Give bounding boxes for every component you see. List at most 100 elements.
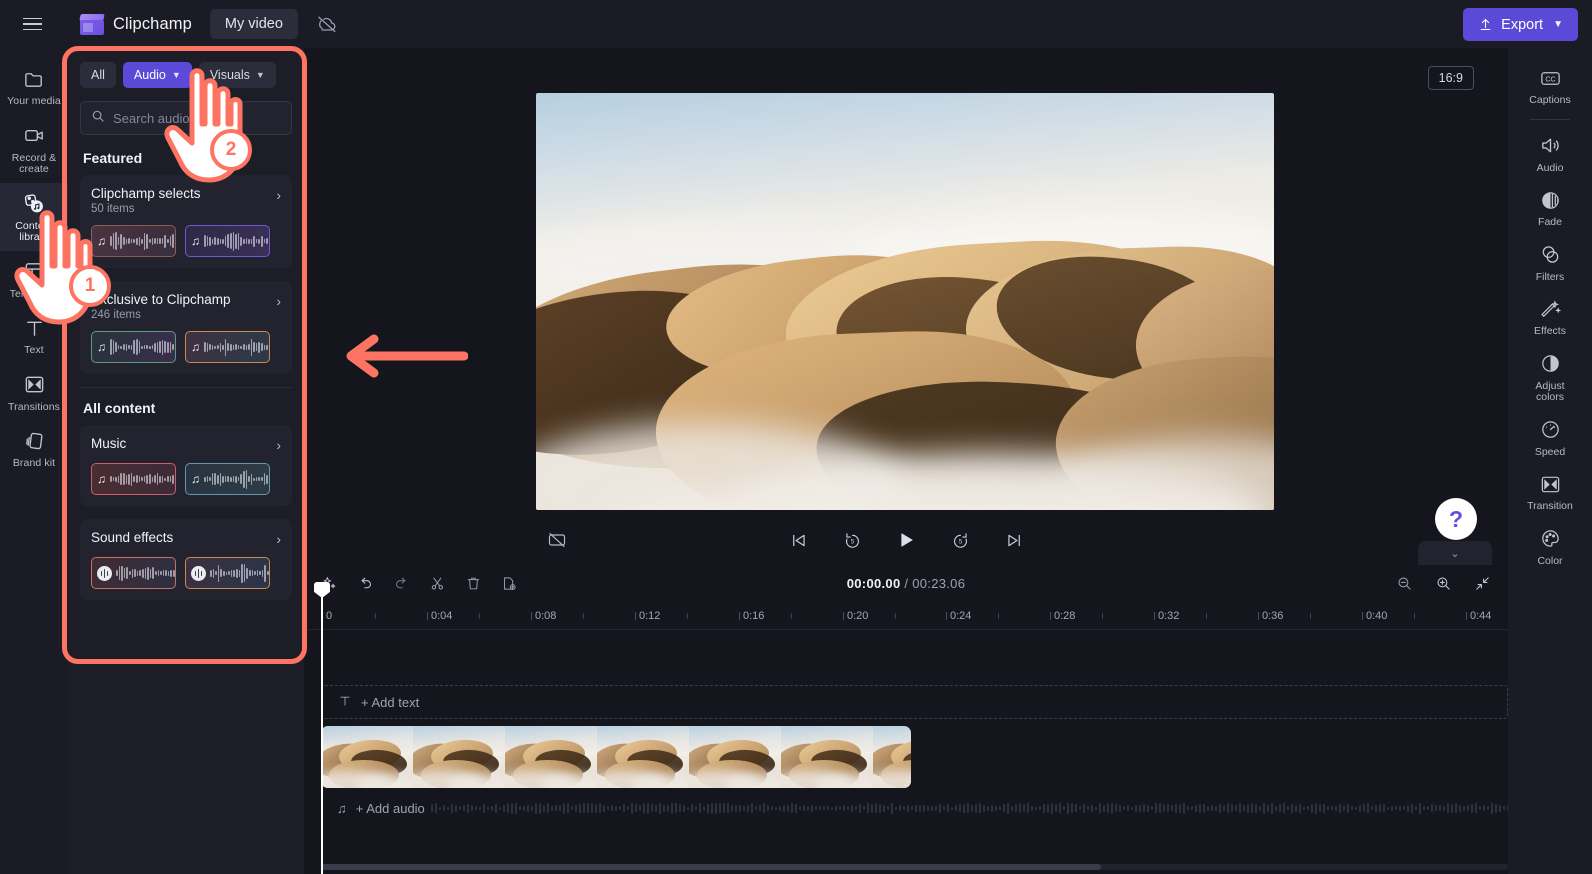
clipchamp-logo-icon <box>79 13 105 35</box>
preview-area: 16:9 5 5 <box>304 48 1567 565</box>
collapse-timeline-button[interactable]: ⌄ <box>1418 541 1492 565</box>
sidebar-item-your-media[interactable]: Your media <box>0 58 68 115</box>
transition-icon <box>1538 472 1562 496</box>
camera-icon <box>22 124 46 148</box>
effects-icon <box>1538 297 1562 321</box>
rewind-5s-icon[interactable]: 5 <box>836 524 868 556</box>
skip-to-start-icon[interactable] <box>782 524 814 556</box>
export-button[interactable]: Export ▼ <box>1463 8 1578 41</box>
help-button[interactable]: ? <box>1435 498 1477 540</box>
fit-to-screen-icon[interactable] <box>1470 571 1495 596</box>
captions-off-icon[interactable] <box>541 524 573 556</box>
waveform <box>210 563 269 583</box>
music-note-icon: ♫ <box>191 340 200 354</box>
sfx-thumbnail[interactable] <box>185 557 270 589</box>
sidebar-item-brand-kit[interactable]: Brand kit <box>0 420 68 477</box>
card-clipchamp-selects[interactable]: Clipchamp selects 50 items › ♫ ♫ <box>80 175 292 268</box>
sfx-thumbnail[interactable] <box>91 557 176 589</box>
sound-effect-icon <box>191 565 206 581</box>
top-bar: Clipchamp My video Export ▼ <box>0 0 1592 48</box>
waveform <box>116 563 175 583</box>
property-item-audio[interactable]: Audio <box>1508 126 1592 181</box>
card-title: Clipchamp selects <box>91 186 201 201</box>
clip-thumbnail <box>689 726 781 788</box>
ruler-label: 0:32 <box>1158 610 1180 622</box>
card-exclusive-to-clipchamp[interactable]: Exclusive to Clipchamp 246 items › ♫ ♫ <box>80 281 292 374</box>
card-sound-effects[interactable]: Sound effects › <box>80 519 292 600</box>
audio-thumbnail[interactable]: ♫ <box>91 463 176 495</box>
property-item-fade[interactable]: Fade <box>1508 180 1592 235</box>
sidebar-item-text[interactable]: Text <box>0 307 68 364</box>
aspect-ratio-button[interactable]: 16:9 <box>1427 66 1474 90</box>
text-track[interactable]: + Add text <box>321 685 1508 719</box>
sidebar-label: Templates <box>9 287 59 300</box>
chevron-right-icon[interactable]: › <box>276 185 281 203</box>
sidebar-item-templates[interactable]: Templates <box>0 251 68 308</box>
chevron-down-icon: ▼ <box>1553 19 1563 30</box>
video-preview[interactable] <box>536 93 1274 510</box>
pointer-arrow <box>346 334 468 378</box>
property-item-captions[interactable]: CC Captions <box>1508 58 1592 113</box>
audio-thumbnail[interactable]: ♫ <box>185 331 270 363</box>
waveform <box>204 469 269 489</box>
chevron-right-icon[interactable]: › <box>276 435 281 453</box>
audio-thumbnail[interactable]: ♫ <box>185 225 270 257</box>
property-item-filters[interactable]: Filters <box>1508 235 1592 290</box>
all-content-heading: All content <box>83 400 156 416</box>
audio-thumbnail[interactable]: ♫ <box>91 331 176 363</box>
ruler-label: 0:04 <box>431 610 453 622</box>
chevron-right-icon[interactable]: › <box>276 529 281 547</box>
play-icon[interactable] <box>890 524 922 556</box>
audio-thumbnail[interactable]: ♫ <box>185 463 270 495</box>
video-clip[interactable] <box>321 726 911 788</box>
property-label: Audio <box>1536 161 1564 174</box>
project-tab[interactable]: My video <box>209 9 298 39</box>
speaker-icon <box>1538 134 1562 158</box>
audio-thumbnail[interactable]: ♫ <box>91 225 176 257</box>
sidebar-item-transitions[interactable]: Transitions <box>0 364 68 421</box>
property-label: Adjust colors <box>1535 379 1565 403</box>
audio-track[interactable]: ♫ + Add audio <box>321 794 1508 822</box>
filter-chip-all[interactable]: All <box>80 62 116 88</box>
timeline-ruler[interactable]: 0 0:04 0:08 0:12 0:16 0:20 0:24 0:28 0:3… <box>305 602 1508 630</box>
playhead[interactable] <box>321 595 323 874</box>
timeline-scrollbar[interactable] <box>321 864 1508 870</box>
sidebar-label: Text <box>24 344 44 356</box>
property-item-color[interactable]: Color <box>1508 519 1592 574</box>
property-item-speed[interactable]: Speed <box>1508 410 1592 465</box>
clip-thumbnail <box>781 726 873 788</box>
property-item-effects[interactable]: Effects <box>1508 289 1592 344</box>
adjust-colors-icon <box>1538 352 1562 376</box>
filter-chips: All Audio ▼ Visuals ▼ <box>80 62 292 88</box>
transitions-icon <box>22 373 46 397</box>
search-box[interactable] <box>80 101 292 135</box>
card-thumbnails: ♫ ♫ <box>91 463 281 495</box>
forward-5s-icon[interactable]: 5 <box>944 524 976 556</box>
sidebar-label: Transitions <box>7 400 61 413</box>
speed-icon <box>1538 418 1562 442</box>
filter-chip-audio[interactable]: Audio ▼ <box>122 62 192 88</box>
cloud-off-icon[interactable] <box>312 9 342 39</box>
zoom-out-icon[interactable] <box>1392 571 1417 596</box>
hamburger-icon[interactable] <box>14 6 50 42</box>
search-input[interactable] <box>113 110 273 126</box>
property-item-adjust-colors[interactable]: Adjust colors <box>1508 344 1592 410</box>
property-item-transition[interactable]: Transition <box>1508 464 1592 519</box>
sidebar-item-content-library[interactable]: Content library <box>0 182 68 251</box>
sidebar-item-record-create[interactable]: Record & create <box>0 115 68 183</box>
scrollbar-thumb[interactable] <box>321 864 1101 870</box>
skip-to-end-icon[interactable] <box>998 524 1030 556</box>
right-sidebar: CC Captions Audio Fade Filters Effects A… <box>1508 48 1592 874</box>
sidebar-label: Brand kit <box>12 457 56 469</box>
card-music[interactable]: Music › ♫ ♫ <box>80 425 292 506</box>
timeline: 00:00.00 / 00:23.06 0 0:04 0:08 0:12 0:1… <box>304 565 1508 874</box>
music-note-icon: ♫ <box>97 234 106 248</box>
fade-icon <box>1538 188 1562 212</box>
chevron-right-icon[interactable]: › <box>276 291 281 309</box>
clip-thumbnail <box>413 726 505 788</box>
chip-label: Visuals <box>209 68 250 82</box>
sidebar-label: Content library <box>15 219 53 243</box>
chevron-down-icon: ▼ <box>255 70 265 80</box>
filter-chip-visuals[interactable]: Visuals ▼ <box>198 62 276 88</box>
zoom-in-icon[interactable] <box>1431 571 1456 596</box>
